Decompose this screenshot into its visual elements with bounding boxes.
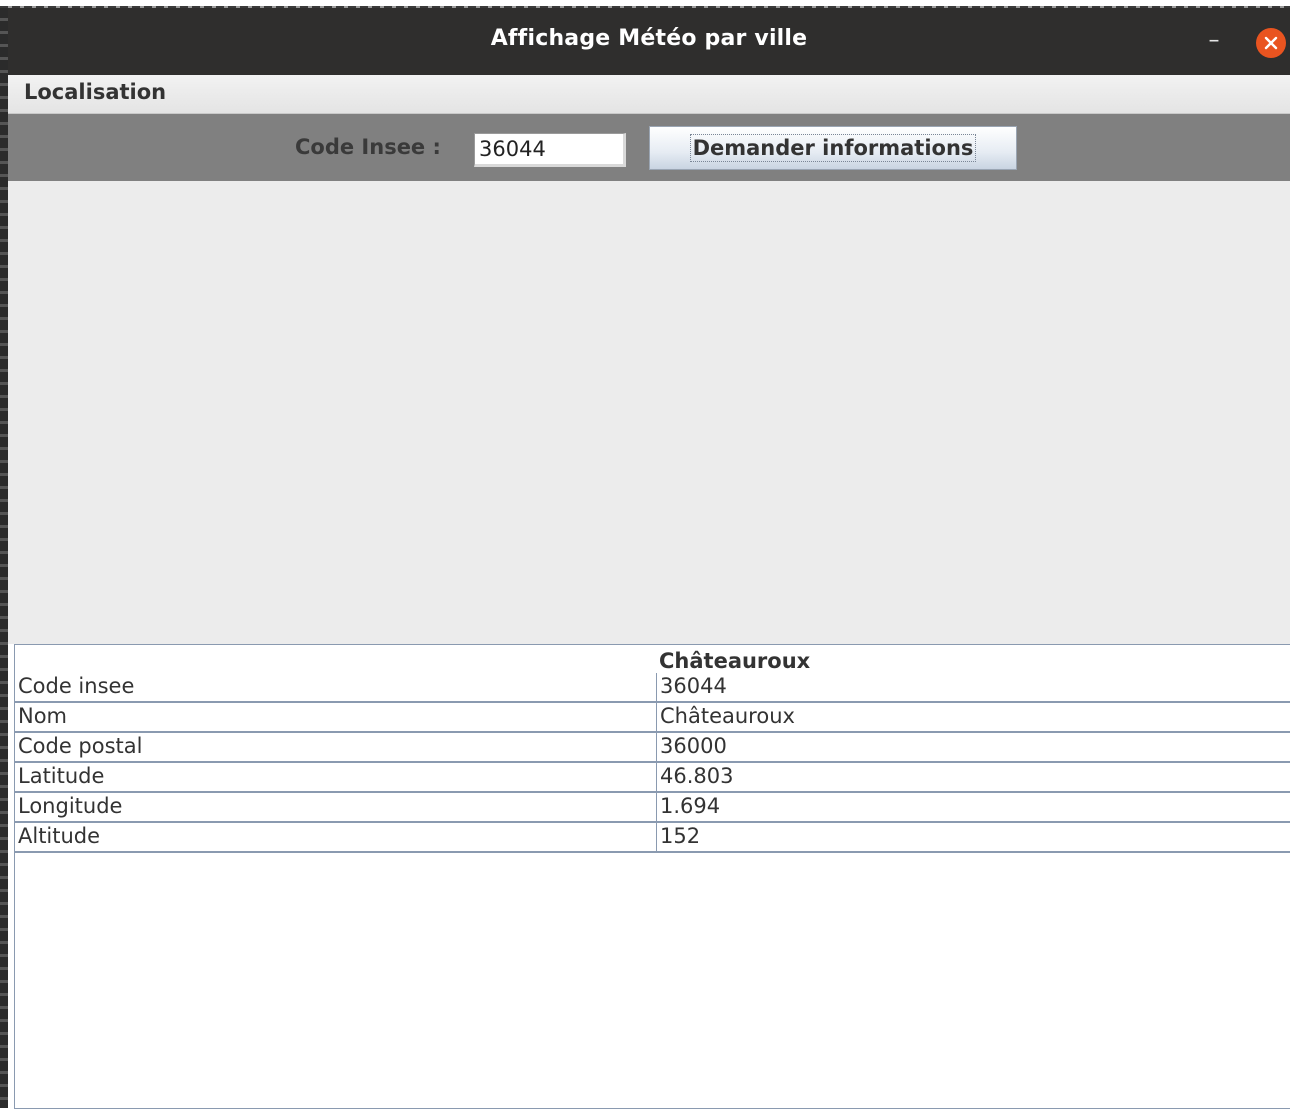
weather-display-panel [8, 181, 1290, 644]
desktop-background [0, 0, 1290, 8]
column-divider [656, 673, 657, 701]
column-divider [656, 733, 657, 761]
row-value: 46.803 [660, 764, 734, 788]
row-value: 152 [660, 824, 701, 848]
column-divider [656, 703, 657, 731]
code-insee-label: Code Insee : [295, 135, 441, 159]
column-divider [656, 793, 657, 821]
app-window: Affichage Météo par ville – Localisation… [8, 8, 1290, 1109]
table-column-header: Châteauroux [659, 649, 811, 673]
table-row[interactable]: Longitude 1.694 [15, 793, 1290, 823]
minimize-icon[interactable]: – [1204, 26, 1224, 56]
row-value: 1.694 [660, 794, 721, 818]
table-row[interactable]: Altitude 152 [15, 823, 1290, 853]
row-value: Châteauroux [660, 704, 795, 728]
row-key: Nom [18, 704, 68, 728]
row-key: Altitude [18, 824, 101, 848]
menu-bar: Localisation [8, 75, 1290, 114]
city-info-table[interactable]: Châteauroux Code insee 36044 Nom Château… [14, 644, 1290, 1109]
row-key: Longitude [18, 794, 123, 818]
window-left-border [0, 8, 8, 1108]
request-info-button[interactable]: Demander informations [649, 126, 1017, 170]
search-toolbar: Code Insee : Demander informations [8, 114, 1290, 181]
code-insee-input[interactable] [474, 133, 626, 167]
menu-localisation[interactable]: Localisation [24, 80, 166, 104]
row-key: Code postal [18, 734, 143, 758]
column-divider [656, 823, 657, 851]
row-value: 36044 [660, 674, 727, 698]
table-row[interactable]: Latitude 46.803 [15, 763, 1290, 793]
request-info-button-label: Demander informations [689, 134, 977, 162]
table-row[interactable]: Code insee 36044 [15, 673, 1290, 703]
row-key: Latitude [18, 764, 105, 788]
table-row[interactable]: Nom Châteauroux [15, 703, 1290, 733]
row-value: 36000 [660, 734, 727, 758]
column-divider [656, 763, 657, 791]
window-titlebar[interactable]: Affichage Météo par ville – [8, 8, 1290, 75]
table-rows: Code insee 36044 Nom Châteauroux Code po… [15, 673, 1290, 853]
table-header: Châteauroux [15, 645, 1290, 673]
close-icon[interactable] [1256, 28, 1286, 58]
row-key: Code insee [18, 674, 135, 698]
table-row[interactable]: Code postal 36000 [15, 733, 1290, 763]
window-title: Affichage Météo par ville [490, 26, 808, 51]
